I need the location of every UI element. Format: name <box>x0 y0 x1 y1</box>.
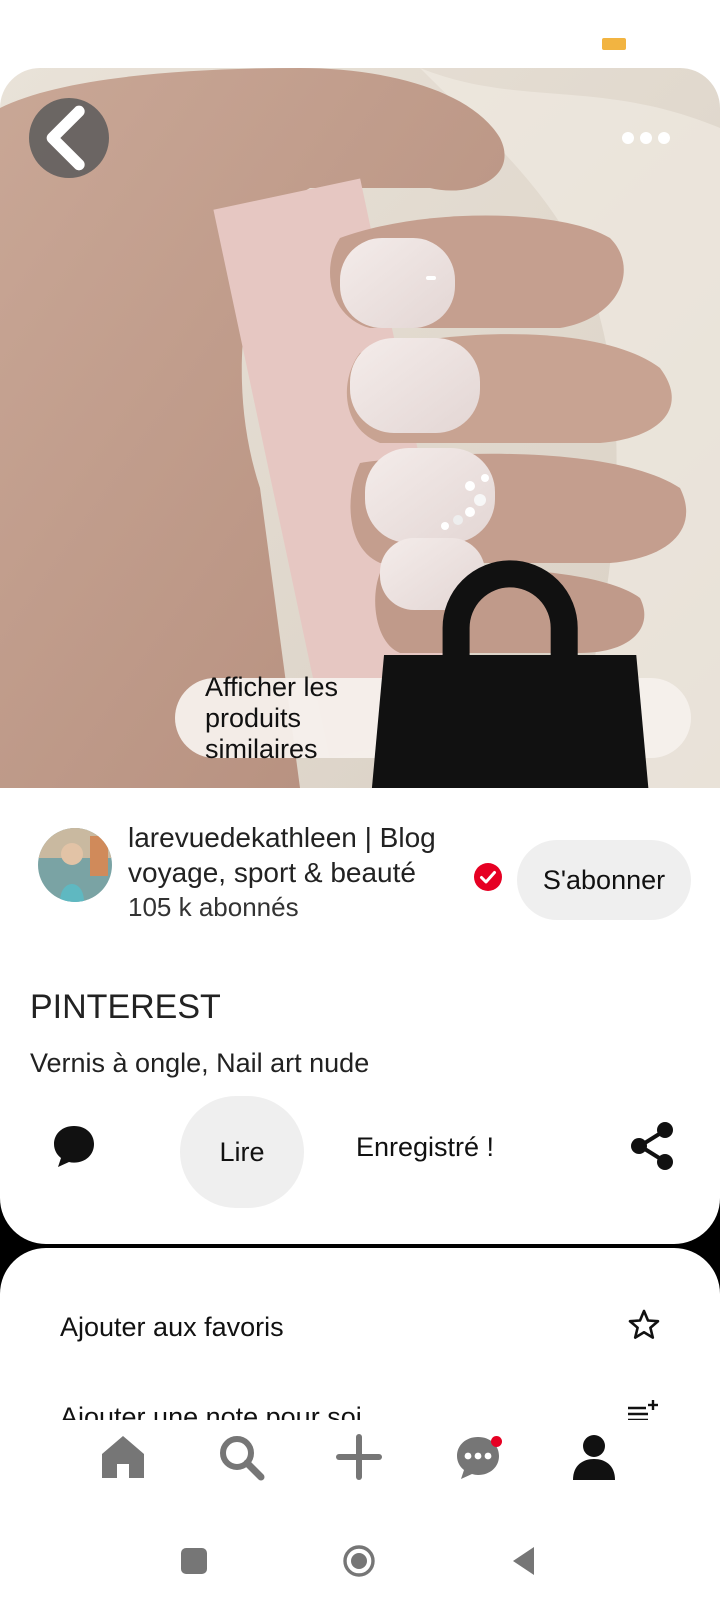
battery-icon <box>602 38 626 50</box>
share-icon[interactable] <box>628 1120 678 1172</box>
comment-icon[interactable] <box>48 1120 100 1172</box>
system-navigation <box>0 1520 720 1600</box>
follower-count: 105 k abonnés <box>128 892 299 922</box>
read-button[interactable]: Lire <box>180 1096 304 1208</box>
star-icon[interactable] <box>627 1308 661 1342</box>
pin-description: Vernis à ongle, Nail art nude <box>30 1048 370 1078</box>
saved-button[interactable]: Enregistré ! <box>356 1132 494 1163</box>
verified-badge-icon <box>474 863 502 891</box>
recents-square-icon[interactable] <box>177 1544 211 1578</box>
more-options-button[interactable] <box>612 116 680 160</box>
similar-products-button[interactable]: Afficher les produits similaires <box>175 560 691 788</box>
shopping-bag-icon <box>371 560 649 788</box>
chevron-left-icon <box>46 105 85 171</box>
pin-image[interactable]: Afficher les produits similaires <box>0 68 720 788</box>
creator-name[interactable]: larevuedekathleen | Blog voyage, sport &… <box>128 820 458 890</box>
profile-icon[interactable] <box>569 1432 619 1482</box>
search-icon[interactable] <box>216 1432 266 1482</box>
action-bar: Lire Enregistré ! <box>0 1096 720 1216</box>
status-bar <box>0 0 720 68</box>
similar-products-label: Afficher les produits similaires <box>205 671 339 764</box>
plus-icon[interactable] <box>334 1432 384 1482</box>
back-button[interactable] <box>29 98 109 178</box>
home-icon[interactable] <box>98 1432 148 1482</box>
avatar[interactable] <box>38 828 112 902</box>
bottom-navigation <box>0 1420 720 1520</box>
more-horizontal-icon <box>622 132 634 144</box>
pin-title: PINTEREST <box>30 988 221 1026</box>
notification-dot <box>491 1436 502 1447</box>
back-triangle-icon[interactable] <box>508 1544 542 1578</box>
creator-row: larevuedekathleen | Blog voyage, sport &… <box>0 810 720 922</box>
home-circle-icon[interactable] <box>342 1544 376 1578</box>
pin-card: Afficher les produits similaires larevue… <box>0 68 720 1244</box>
subscribe-button[interactable]: S'abonner <box>517 840 691 920</box>
add-to-favorites-item[interactable]: Ajouter aux favoris <box>60 1312 284 1343</box>
